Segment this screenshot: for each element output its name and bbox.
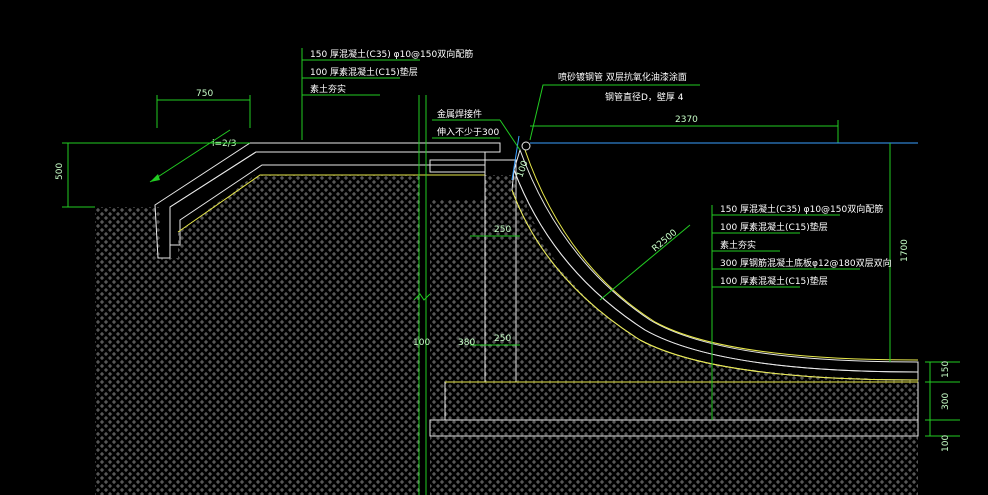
right-callout-line-1: 150 厚混凝土(C35) φ10@150双向配筋 [720, 203, 883, 215]
metal-note-line-1: 金属焊接件 [437, 108, 482, 120]
pipe-note-line-2: 钢管直径D，壁厚 4 [605, 91, 684, 103]
dim-250-top-label: 250 [494, 225, 511, 235]
right-callout-line-3: 素土夯实 [720, 239, 756, 251]
dim-500-label: 500 [55, 163, 65, 180]
offset-label: 100 [515, 159, 530, 179]
right-callout-line-4: 300 厚钢筋混凝土底板φ12@180双层双向 [720, 257, 892, 269]
slope-label: i=2/3 [212, 139, 237, 149]
top-callout-line-3: 素土夯实 [310, 83, 346, 95]
section-drawing: 750 i=2/3 500 150 厚混凝土(C35) φ10@150双向配筋 … [55, 48, 960, 495]
dim-380-label: 380 [458, 338, 475, 348]
dim-300-label: 300 [941, 393, 951, 410]
coping-pipe [521, 141, 531, 151]
slope-arrow [149, 129, 231, 183]
metal-note-leader [499, 119, 521, 151]
pipe-note-line-1: 喷砂镀钢管 双层抗氧化油漆涂面 [558, 71, 687, 83]
radius-label: R2500 [651, 228, 680, 255]
dim-100-right-label: 100 [941, 435, 951, 452]
dim-1700-label: 1700 [900, 239, 910, 262]
soil-fill [95, 175, 420, 495]
dim-250-bottom-label: 250 [494, 334, 511, 344]
dim-100-label: 100 [413, 338, 430, 348]
dim-750-label: 750 [196, 89, 213, 99]
dim-150-label: 150 [941, 361, 951, 378]
top-callout-line-1: 150 厚混凝土(C35) φ10@150双向配筋 [310, 48, 473, 60]
top-callout-line-2: 100 厚素混凝土(C15)垫层 [310, 66, 418, 78]
wall-cap [429, 159, 486, 173]
slope-arrowhead [150, 174, 160, 182]
dim-2370-label: 2370 [675, 115, 698, 125]
right-callout-line-5: 100 厚素混凝土(C15)垫层 [720, 275, 828, 287]
metal-note-line-2: 伸入不少于300 [437, 126, 499, 138]
soil-under-curve [516, 200, 918, 382]
right-callout-line-2: 100 厚素混凝土(C15)垫层 [720, 221, 828, 233]
